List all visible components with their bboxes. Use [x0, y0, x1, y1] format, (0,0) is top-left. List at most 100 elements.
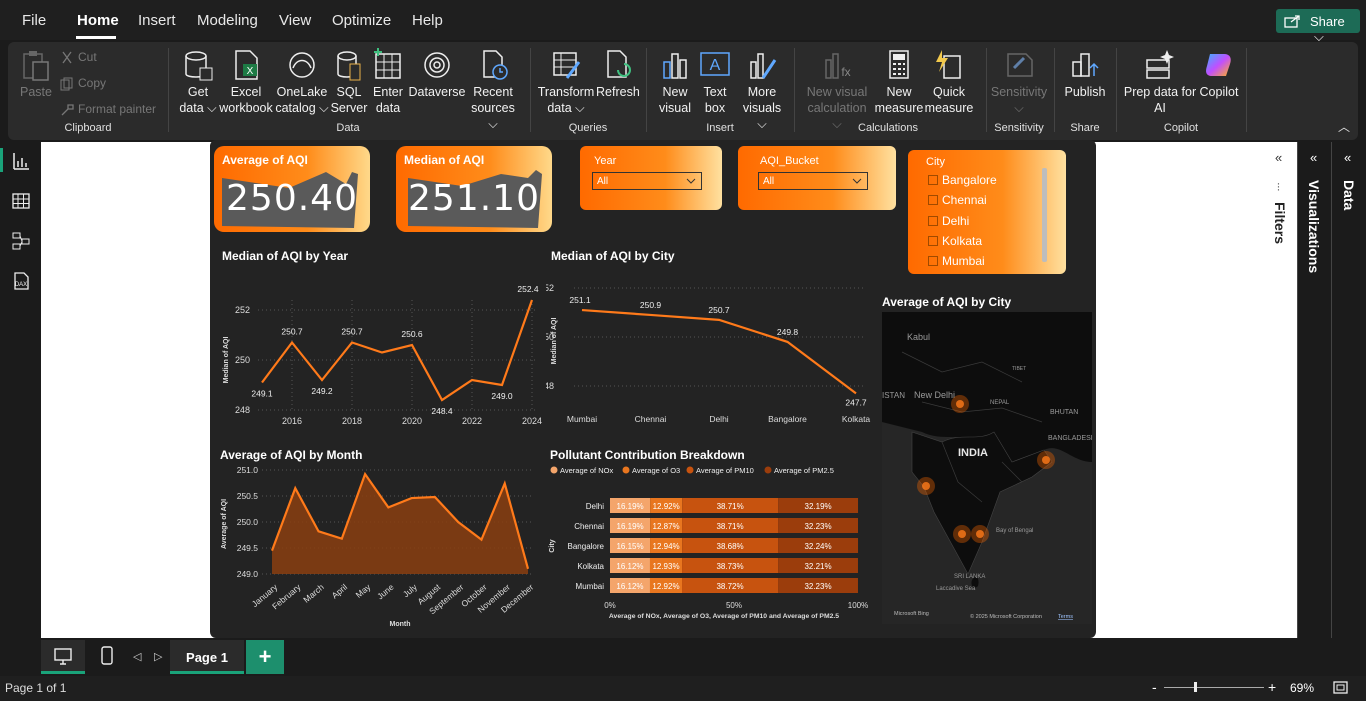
status-bar: Page 1 of 1 - + 69% [0, 676, 1366, 701]
collapse-ribbon-icon[interactable]: ︿ [1338, 118, 1350, 135]
new-visual-calculation-button[interactable]: fx New visual calculation ⌵ [804, 48, 870, 132]
year-dropdown[interactable]: All [592, 172, 702, 190]
legend-item: Average of PM10 [696, 466, 754, 475]
paste-button[interactable]: Paste [18, 48, 54, 100]
checkbox[interactable] [928, 236, 938, 246]
onelake-catalog-button[interactable]: OneLake catalog ⌵ [275, 48, 329, 116]
place-label: ISTAN [882, 391, 905, 400]
dataverse-button[interactable]: Dataverse [408, 48, 466, 100]
zoom-in-button[interactable]: + [1268, 679, 1276, 695]
average-aqi-by-city-map[interactable]: Kabul TIBET ISTAN New Delhi NEPAL BHUTAN BANGL… [882, 312, 1092, 624]
visualizations-pane[interactable]: « Visualizations [1297, 142, 1331, 638]
menu-help[interactable]: Help [412, 12, 443, 29]
legend-item: Average of PM2.5 [774, 466, 834, 475]
card-title: Average of AQI [222, 153, 308, 167]
more-visuals-button[interactable]: More visuals ⌵ [738, 48, 786, 132]
checkbox[interactable] [928, 175, 938, 185]
kpi-card-median-aqi[interactable]: Median of AQI 251.10 [396, 146, 552, 232]
menu-view[interactable]: View [279, 12, 311, 29]
get-data-button[interactable]: Get data ⌵ [174, 48, 222, 116]
table-view-icon[interactable] [11, 191, 31, 211]
zoom-slider[interactable] [1164, 687, 1264, 688]
excel-icon: X [235, 50, 258, 80]
city-option[interactable]: Mumbai [928, 254, 985, 268]
city-bubble [976, 530, 984, 538]
refresh-button[interactable]: Refresh [596, 48, 640, 100]
divider [530, 48, 531, 132]
place-label: Laccadive Sea [936, 586, 976, 592]
data-pane[interactable]: « Data [1331, 142, 1366, 638]
report-view-icon[interactable] [11, 151, 31, 171]
aqi-bucket-dropdown[interactable]: All [758, 172, 868, 190]
chart-title: Average of AQI by Month [220, 448, 363, 462]
transform-icon [553, 52, 581, 79]
dax-query-view-icon[interactable]: DAX [11, 271, 31, 291]
previous-page-icon[interactable]: ◁ [133, 650, 141, 663]
slicer-scrollbar[interactable] [1042, 168, 1047, 262]
expand-visualizations-icon[interactable]: « [1310, 150, 1317, 165]
median-aqi-by-year-chart[interactable]: 248 250 252 2016 2018 2020 2022 2024 249.1 250.7 2… [218, 266, 548, 426]
sql-server-icon [337, 51, 361, 81]
excel-workbook-button[interactable]: X Excel workbook [218, 48, 274, 116]
report-page: Average of AQI 250.40 Median of AQI 251.… [210, 140, 1096, 638]
mobile-layout-icon[interactable] [101, 646, 113, 666]
menu-file[interactable]: File [22, 12, 46, 29]
data-label: 38.73% [716, 562, 743, 571]
slicer-title: City [926, 156, 945, 168]
data-label: 252.4 [517, 284, 539, 294]
copilot-button[interactable]: Copilot [1198, 48, 1240, 100]
add-page-button[interactable]: + [246, 640, 284, 674]
svg-text:X: X [247, 66, 254, 77]
filters-label: Filters [1272, 202, 1288, 245]
city-option[interactable]: Delhi [928, 214, 969, 228]
menu-insert[interactable]: Insert [138, 12, 176, 29]
place-label: Kabul [907, 332, 930, 342]
new-measure-button[interactable]: New measure [874, 48, 924, 116]
page-tab[interactable]: Page 1 [170, 640, 244, 674]
expand-data-icon[interactable]: « [1344, 150, 1351, 165]
prep-data-for-ai-button[interactable]: Prep data for AI [1122, 48, 1198, 116]
copy-button[interactable]: Copy [60, 76, 106, 91]
sql-server-button[interactable]: SQL Server [330, 48, 368, 116]
divider [168, 48, 169, 132]
expand-filters-icon[interactable]: « [1275, 150, 1282, 165]
pollutant-breakdown-chart[interactable]: Average of NOx Average of O3 Average of PM… [546, 466, 876, 630]
zoom-slider-thumb[interactable] [1194, 682, 1197, 692]
publish-button[interactable]: Publish [1060, 48, 1110, 100]
next-page-icon[interactable]: ▷ [154, 650, 162, 663]
divider [1116, 48, 1117, 132]
year-slicer: Year All [580, 146, 722, 210]
checkbox[interactable] [928, 195, 938, 205]
menu-optimize[interactable]: Optimize [332, 12, 391, 29]
more-visuals-icon [750, 53, 777, 79]
city-option[interactable]: Bangalore [928, 173, 997, 187]
text-box-button[interactable]: A Text box [696, 48, 734, 116]
city-option[interactable]: Chennai [928, 193, 987, 207]
share-button[interactable]: Share ⌵ [1276, 9, 1360, 44]
model-view-icon[interactable] [11, 231, 31, 251]
menu-home[interactable]: Home [77, 12, 119, 29]
median-aqi-by-city-chart[interactable]: 248250252MumbaiChennaiDelhiBangaloreKolk… [546, 264, 876, 424]
format-painter-button[interactable]: Format painter [60, 102, 156, 117]
city-option[interactable]: Kolkata [928, 234, 982, 248]
checkbox[interactable] [928, 216, 938, 226]
sensitivity-button[interactable]: Sensitivity ⌵ [990, 48, 1048, 116]
kpi-card-average-aqi[interactable]: Average of AQI 250.40 [214, 146, 370, 232]
enter-data-button[interactable]: Enter data [370, 48, 406, 116]
cut-button[interactable]: Cut [60, 50, 97, 65]
x-tick-label: May [354, 581, 373, 599]
fit-to-page-icon[interactable] [1333, 681, 1348, 694]
quick-measure-button[interactable]: Quick measure [924, 48, 974, 116]
calculation-icon: fx [825, 53, 851, 79]
menu-modeling[interactable]: Modeling [197, 12, 258, 29]
transform-data-button[interactable]: Transform data ⌵ [536, 48, 596, 116]
recent-sources-button[interactable]: Recent sources ⌵ [466, 48, 520, 132]
filters-pane[interactable]: « ⫶ Filters [1264, 142, 1297, 638]
average-aqi-by-month-chart[interactable]: 249.0249.5250.0250.5251.0JanuaryFebruary… [216, 462, 546, 632]
new-visual-button[interactable]: New visual [656, 48, 694, 116]
desktop-layout-button[interactable] [41, 640, 85, 674]
checkbox[interactable] [928, 256, 938, 266]
refresh-icon [607, 50, 631, 78]
zoom-out-button[interactable]: - [1152, 679, 1157, 695]
page-tabs-bar: ◁ ▷ Page 1 + [0, 638, 1366, 676]
